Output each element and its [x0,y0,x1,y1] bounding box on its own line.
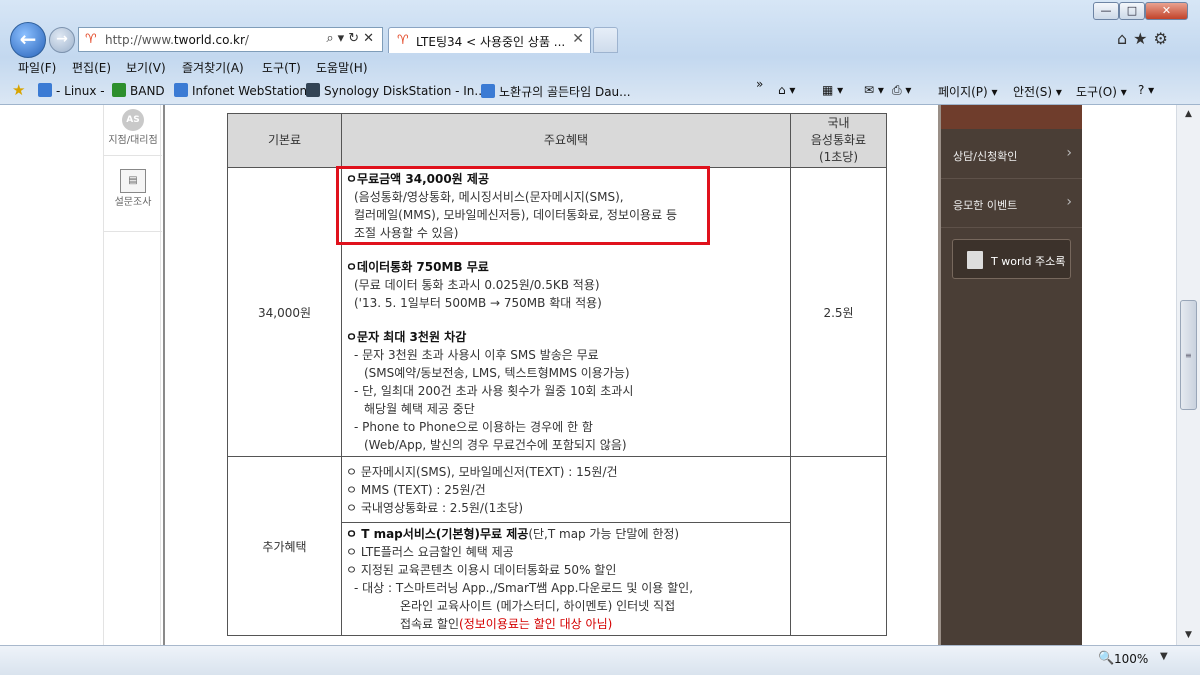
band-icon [112,83,126,97]
table-header-row: 기본료 주요혜택 국내 음성통화료 (1초당) [227,113,887,168]
browser-chrome: — □ ✕ ← → ♈ http://www.tworld.co.kr/ ⌕▾↻… [0,0,1200,105]
survey-label: 설문조사 [114,197,152,208]
zoom-icon[interactable]: 🔍 [1098,651,1114,666]
branch-link[interactable]: AS 지점/대리점 [104,109,162,146]
tools-menu[interactable]: 도구(O) ▾ [1076,83,1127,100]
mail-button[interactable]: ✉ ▾ [864,83,884,97]
scroll-down-icon[interactable]: ▼ [1180,627,1197,644]
extra-benefits-cell: ㅇ T map서비스(기본형)무료 제공(단,T map 가능 단말에 한정) … [341,522,791,636]
as-icon: AS [122,109,144,131]
ie-page-icon [481,84,495,98]
new-tab-button[interactable] [593,27,618,53]
feeds-button[interactable]: ▦ ▾ [822,83,843,97]
extra-rates-cell: ㅇ 문자메시지(SMS), 모바일메신저(TEXT) : 15원/건 ㅇ MMS… [341,456,791,523]
menu-bar: 파일(F) 편집(E) 보기(V) 즐겨찾기(A) 도구(T) 도움말(H) [0,56,1200,78]
arrow-right-icon: → [56,31,68,47]
home-favorites-settings-icons[interactable]: ⌂★⚙ [1117,29,1174,48]
tab-label: LTE팅34 < 사용중인 상품 ... [416,35,566,49]
header-base-fee: 기본료 [227,113,342,168]
tworld-addressbook-button[interactable]: T world 주소록 [952,239,1071,279]
page-menu[interactable]: 페이지(P) ▾ [938,83,998,100]
close-window-button[interactable]: ✕ [1145,2,1188,20]
table-row-extra-1: 추가혜택 ㅇ 문자메시지(SMS), 모바일메신저(TEXT) : 15원/건 … [227,456,887,636]
status-bar: 🔍 100% ▼ [0,645,1200,675]
header-benefits: 주요혜택 [341,113,791,168]
scroll-up-icon[interactable]: ▲ [1180,106,1197,123]
zoom-level[interactable]: 100% [1114,652,1148,666]
addressbook-icon [967,251,983,269]
menu-favorites[interactable]: 즐겨찾기(A) [182,59,244,76]
ie-page-icon [174,83,188,97]
zoom-dropdown-icon[interactable]: ▼ [1160,651,1168,662]
home-button[interactable]: ⌂ ▾ [778,83,795,97]
menu-help[interactable]: 도움말(H) [316,59,368,76]
table-row-basic: 34,000원 ㅇ무료금액 34,000원 제공 (음성통화/영상통화, 메시징… [227,167,887,457]
tab-close-icon[interactable]: ✕ [572,31,584,47]
tworld-favicon-icon: ♈ [85,32,97,47]
safety-menu[interactable]: 안전(S) ▾ [1013,83,1062,100]
fav-linux[interactable]: - Linux - [38,83,105,98]
page-content: AS 지점/대리점 ▤ 설문조사 기본료 주요혜택 국내 음성통화료 (1초당) [0,105,1176,645]
arrow-left-icon: ← [19,27,37,51]
print-button[interactable]: ⎙ ▾ [892,83,911,98]
basic-benefits-cell: ㅇ무료금액 34,000원 제공 (음성통화/영상통화, 메시징서비스(문자메시… [341,167,791,457]
address-url[interactable]: http://www.tworld.co.kr/ [105,33,249,47]
vertical-scrollbar[interactable]: ▲ ≡ ▼ [1176,105,1200,645]
tab-lte-plan[interactable]: ♈ LTE팅34 < 사용중인 상품 ... ✕ [388,27,591,53]
benefit-sms: ㅇ문자 최대 3천원 차감 - 문자 3천원 초과 사용시 이후 SMS 발송은… [346,330,634,452]
benefit-data: ㅇ데이터통화 750MB 무료 (무료 데이터 통화 초과시 0.025원/0.… [346,260,602,310]
left-quick-menu: AS 지점/대리점 ▤ 설문조사 [103,105,162,645]
chevron-right-icon: › [1066,145,1072,161]
menu-tools[interactable]: 도구(T) [262,59,301,76]
back-button[interactable]: ← [10,22,46,58]
extra-empty-cell [790,456,887,636]
favorites-bar: ★ - Linux - BAND Infonet WebStation Syno… [0,77,1200,104]
fav-infonet[interactable]: Infonet WebStation [174,83,307,98]
maximize-button[interactable]: □ [1119,2,1145,20]
extra-benefits-label: 추가혜택 [227,456,342,636]
forward-button[interactable]: → [49,27,75,53]
browser-window: — □ ✕ ← → ♈ http://www.tworld.co.kr/ ⌕▾↻… [0,0,1200,675]
applied-events-link[interactable]: 응모한 이벤트 › [941,180,1082,228]
fav-golden-time[interactable]: 노환규의 골든타임 Dau... [481,83,631,100]
right-panel-header [941,105,1082,129]
branch-label: 지점/대리점 [108,135,158,146]
grip-icon: ≡ [1185,351,1192,360]
menu-file[interactable]: 파일(F) [18,59,56,76]
right-quick-panel: 상담/신청확인 › 응모한 이벤트 › T world 주소록 [941,105,1082,645]
ie-page-icon [38,83,52,97]
survey-board-icon: ▤ [120,169,146,193]
scroll-thumb[interactable]: ≡ [1180,300,1197,410]
favorites-star-icon[interactable]: ★ [12,81,25,99]
address-bar[interactable]: ♈ http://www.tworld.co.kr/ ⌕▾↻✕ [78,27,383,52]
voice-rate-value: 2.5원 [790,167,887,457]
dsm-icon [306,83,320,97]
header-voice-rate: 국내 음성통화료 (1초당) [790,113,887,168]
more-favorites-icon[interactable]: » [756,77,763,91]
fav-band[interactable]: BAND [112,83,165,98]
consult-status-link[interactable]: 상담/신청확인 › [941,131,1082,179]
survey-link[interactable]: ▤ 설문조사 [104,169,162,208]
address-tools-icons[interactable]: ⌕▾↻✕ [326,31,378,46]
tworld-favicon-icon: ♈ [397,33,409,48]
plan-benefits-table: 기본료 주요혜택 국내 음성통화료 (1초당) 34,000원 ㅇ무료금액 34… [227,113,887,636]
minimize-button[interactable]: — [1093,2,1119,20]
help-menu[interactable]: ? ▾ [1138,83,1154,97]
fav-synology[interactable]: Synology DiskStation - In... [306,83,486,98]
chevron-right-icon: › [1066,194,1072,210]
menu-edit[interactable]: 편집(E) [72,59,111,76]
left-divider [163,105,165,645]
menu-view[interactable]: 보기(V) [126,59,166,76]
base-fee-value: 34,000원 [227,167,342,457]
benefit-free-amount: ㅇ무료금액 34,000원 제공 (음성통화/영상통화, 메시징서비스(문자메시… [346,172,677,240]
